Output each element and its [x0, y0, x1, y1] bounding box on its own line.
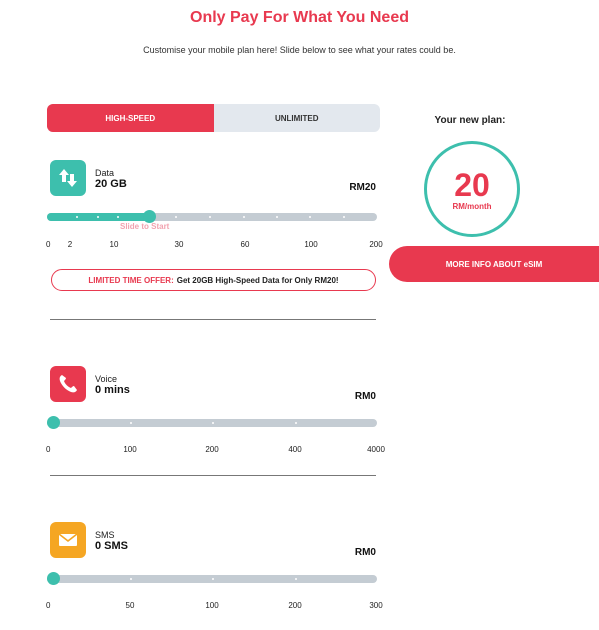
- sms-tick: 200: [288, 601, 302, 610]
- offer-highlight: LIMITED TIME OFFER:: [88, 275, 174, 285]
- slider-step-dot: [295, 578, 297, 580]
- offer-text: Get 20GB High-Speed Data for Only RM20!: [176, 275, 339, 285]
- voice-section: Voice 0 mins RM0 0 100 200 400 4000: [46, 366, 385, 456]
- sms-tick: 50: [125, 601, 135, 610]
- sms-slider-track[interactable]: [47, 572, 377, 585]
- plan-amount: 20: [454, 166, 490, 203]
- data-tick: 100: [304, 240, 318, 249]
- data-tick: 200: [369, 240, 383, 249]
- voice-tick: 4000: [367, 445, 385, 454]
- data-tick: 30: [174, 240, 184, 249]
- slider-hint: Slide to Start: [120, 222, 170, 231]
- limited-offer-banner: LIMITED TIME OFFER: Get 20GB High-Speed …: [51, 269, 376, 291]
- voice-price: RM0: [354, 391, 376, 402]
- voice-label: Voice: [95, 374, 118, 384]
- sms-section: SMS 0 SMS RM0 0 50 100 200 300: [46, 522, 383, 612]
- slider-step-dot: [212, 422, 214, 424]
- more-info-esim-button[interactable]: MORE INFO ABOUT eSIM: [389, 246, 599, 282]
- voice-tick: 400: [288, 445, 302, 454]
- slider-step-dot: [276, 216, 278, 218]
- slider-step-dot: [209, 216, 211, 218]
- plan-type-tabs: HIGH-SPEED UNLIMITED: [47, 104, 380, 132]
- slider-step-dot: [243, 216, 245, 218]
- slider-step-dot: [117, 216, 119, 218]
- slider-step-dot: [76, 216, 78, 218]
- sms-tick: 100: [205, 601, 219, 610]
- data-tick: 0: [46, 240, 51, 249]
- slider-step-dot: [309, 216, 311, 218]
- page-subtitle: Customise your mobile plan here! Slide b…: [143, 45, 456, 55]
- plan-unit: RM/month: [452, 201, 492, 211]
- new-plan-label: Your new plan:: [434, 115, 506, 126]
- section-divider: [50, 319, 376, 320]
- data-tick: 60: [240, 240, 250, 249]
- data-arrows-icon: [50, 160, 86, 196]
- slider-step-dot: [130, 422, 132, 424]
- slider-step-dot: [175, 216, 177, 218]
- slider-step-dot: [295, 422, 297, 424]
- data-price: RM20: [349, 182, 376, 193]
- sms-tick: 300: [369, 601, 383, 610]
- data-tick: 2: [67, 240, 73, 249]
- data-value: 20 GB: [95, 178, 127, 190]
- slider-step-dot: [212, 578, 214, 580]
- voice-tick: 200: [205, 445, 219, 454]
- sms-label: SMS: [95, 530, 115, 540]
- slider-step-dot: [343, 216, 345, 218]
- sms-tick: 0: [46, 601, 51, 610]
- sms-value: 0 SMS: [95, 540, 129, 552]
- voice-slider-knob[interactable]: [47, 416, 60, 429]
- sms-slider-knob[interactable]: [47, 572, 60, 585]
- plan-price-circle: 20 RM/month: [424, 141, 520, 237]
- data-slider-track[interactable]: [47, 210, 377, 223]
- voice-slider-track[interactable]: [47, 416, 377, 429]
- envelope-icon: [50, 522, 86, 558]
- voice-value: 0 mins: [95, 384, 130, 396]
- tab-unlimited[interactable]: UNLIMITED: [214, 104, 381, 132]
- voice-tick: 0: [46, 445, 51, 454]
- voice-tick: 100: [123, 445, 137, 454]
- data-label: Data: [95, 168, 115, 178]
- slider-step-dot: [97, 216, 99, 218]
- sms-price: RM0: [354, 547, 376, 558]
- section-divider: [50, 475, 376, 476]
- tab-high-speed[interactable]: HIGH-SPEED: [47, 104, 214, 132]
- slider-step-dot: [130, 578, 132, 580]
- data-tick: 10: [109, 240, 119, 249]
- phone-icon: [50, 366, 86, 402]
- page-title: Only Pay For What You Need: [190, 9, 409, 26]
- data-section: Data 20 GB RM20 Slide to Start 0 2 10 30…: [46, 160, 383, 250]
